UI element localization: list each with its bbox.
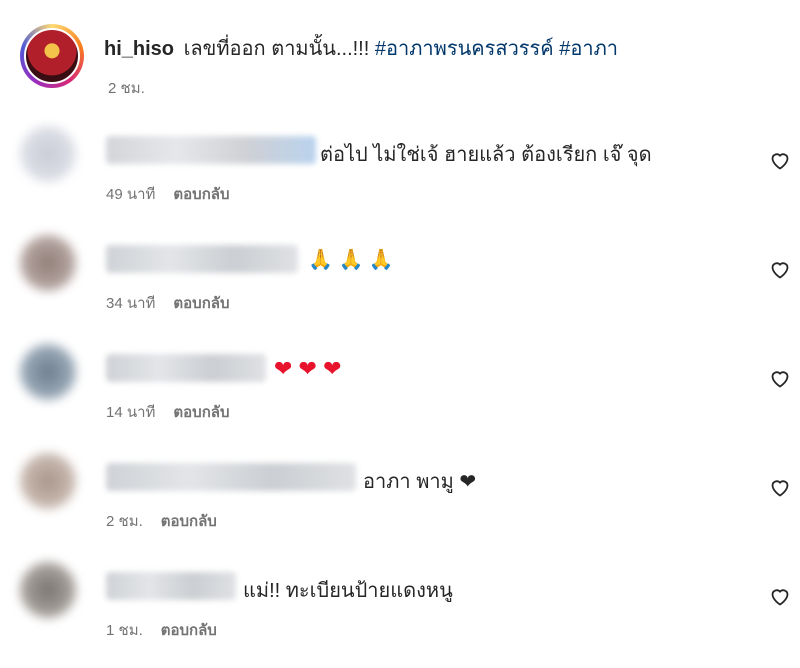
- comment-meta: 14 นาที ตอบกลับ: [106, 400, 248, 424]
- comment-item: แม่!! ทะเบียนป้ายแดงหนู 1 ชม. ตอบกลับ: [20, 562, 800, 652]
- comment-text: แม่!! ทะเบียนป้ายแดงหนู: [243, 580, 453, 602]
- avatar[interactable]: [20, 235, 76, 291]
- comment-time: 49 นาที: [106, 186, 156, 203]
- reply-button[interactable]: ตอบกลับ: [161, 622, 217, 639]
- comment-username-blurred[interactable]: [106, 136, 316, 164]
- post-author-avatar-ring[interactable]: [20, 24, 84, 88]
- heart-outline-icon[interactable]: [768, 148, 792, 172]
- avatar[interactable]: [20, 126, 76, 182]
- post-caption: hi_hiso เลขที่ออก ตามนั้น...!!! #อาภาพรน…: [104, 32, 618, 64]
- heart-outline-icon[interactable]: [768, 257, 792, 281]
- reply-button[interactable]: ตอบกลับ: [161, 513, 217, 530]
- comment-username-blurred[interactable]: [106, 354, 266, 382]
- avatar[interactable]: [20, 344, 76, 400]
- comment-meta: 34 นาที ตอบกลับ: [106, 291, 248, 315]
- comment-item: ต่อไป ไม่ใช่เจ้ ฮายแล้ว ต้องเรียก เจ๊ จุ…: [20, 126, 800, 216]
- reply-button[interactable]: ตอบกลับ: [173, 404, 229, 421]
- reply-button[interactable]: ตอบกลับ: [173, 295, 229, 312]
- comment-item: 🙏 🙏 🙏 34 นาที ตอบกลับ: [20, 235, 800, 325]
- comment-text: ต่อไป ไม่ใช่เจ้ ฮายแล้ว ต้องเรียก เจ๊ จุ…: [320, 144, 652, 166]
- comment-username-blurred[interactable]: [106, 245, 298, 273]
- comment-time: 2 ชม.: [106, 513, 143, 530]
- post-timestamp: 2 ชม.: [108, 80, 145, 97]
- comment-meta: 2 ชม. ตอบกลับ: [106, 509, 235, 533]
- hashtag-link[interactable]: #อาภาพรนครสวรรค์: [375, 38, 554, 60]
- comment-meta: 49 นาที ตอบกลับ: [106, 182, 248, 206]
- comment-text: ❤ ❤ ❤: [274, 356, 342, 381]
- heart-outline-icon[interactable]: [768, 366, 792, 390]
- comment-username-blurred[interactable]: [106, 572, 236, 600]
- comment-item: ❤ ❤ ❤ 14 นาที ตอบกลับ: [20, 344, 800, 434]
- reply-button[interactable]: ตอบกลับ: [173, 186, 229, 203]
- comment-time: 34 นาที: [106, 295, 156, 312]
- post-username[interactable]: hi_hiso: [104, 38, 174, 60]
- comment-text: อาภา พามู ❤: [363, 471, 477, 493]
- post-caption-text: เลขที่ออก ตามนั้น...!!!: [178, 38, 375, 60]
- comment-time: 1 ชม.: [106, 622, 143, 639]
- comment-meta: 1 ชม. ตอบกลับ: [106, 618, 235, 642]
- avatar[interactable]: [24, 28, 80, 84]
- comment-text: 🙏 🙏 🙏: [308, 249, 394, 271]
- hashtag-link[interactable]: #อาภา: [559, 38, 618, 60]
- heart-outline-icon[interactable]: [768, 475, 792, 499]
- comment-time: 14 นาที: [106, 404, 156, 421]
- comment-item: อาภา พามู ❤ 2 ชม. ตอบกลับ: [20, 453, 800, 543]
- comment-username-blurred[interactable]: [106, 463, 356, 491]
- post-header: hi_hiso เลขที่ออก ตามนั้น...!!! #อาภาพรน…: [20, 18, 800, 108]
- heart-outline-icon[interactable]: [768, 584, 792, 608]
- avatar[interactable]: [20, 562, 76, 618]
- avatar[interactable]: [20, 453, 76, 509]
